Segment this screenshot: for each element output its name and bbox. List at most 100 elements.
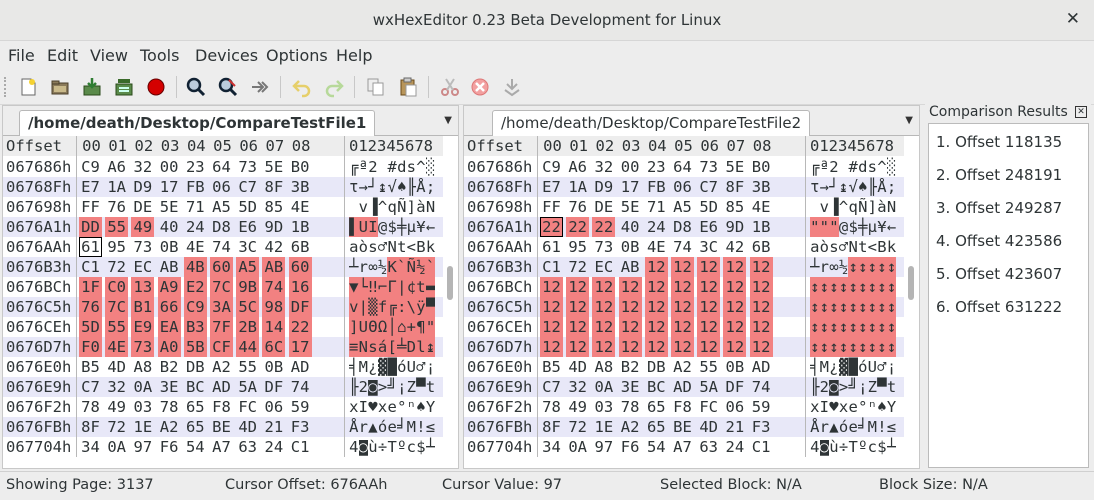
ascii-char[interactable]: ░ <box>426 157 436 177</box>
hex-byte[interactable]: B2 <box>158 357 181 377</box>
hex-byte[interactable]: DD <box>79 217 102 237</box>
hex-byte[interactable]: 34 <box>540 437 563 457</box>
hex-byte[interactable]: 00 <box>158 157 181 177</box>
ascii-char[interactable]: t <box>397 237 407 257</box>
ascii-char[interactable]: f <box>377 297 388 317</box>
ascii-char[interactable]: ¡ <box>858 377 868 397</box>
hex-byte[interactable]: 12 <box>749 257 773 277</box>
ascii-char[interactable]: ] <box>349 317 359 337</box>
hex-byte[interactable]: E9 <box>131 317 155 337</box>
hex-byte[interactable]: 65 <box>645 397 668 417</box>
hex-byte[interactable]: 24 <box>262 437 285 457</box>
ascii-char[interactable]: ½ <box>416 257 426 277</box>
hex-byte[interactable]: C1 <box>540 257 563 277</box>
hex-byte[interactable]: BC <box>645 377 668 397</box>
hex-byte[interactable]: 12 <box>671 337 694 357</box>
hex-byte[interactable]: 12 <box>723 297 747 317</box>
ascii-char[interactable]: ò <box>359 237 369 257</box>
ascii-char[interactable]: ╛ <box>397 417 407 437</box>
ascii-char[interactable]: x <box>839 397 849 417</box>
ascii-char[interactable]: Θ <box>368 317 378 337</box>
hex-byte[interactable]: 21 <box>723 417 746 437</box>
hex-byte[interactable]: 74 <box>262 277 286 297</box>
ascii-char[interactable]: d <box>397 157 407 177</box>
result-item[interactable]: 2. Offset 248191 <box>936 166 1062 184</box>
ascii-char[interactable]: ↨ <box>378 177 388 197</box>
hex-byte[interactable]: F8 <box>210 397 233 417</box>
hex-byte[interactable]: 22 <box>288 317 312 337</box>
hex-byte[interactable]: 76 <box>79 297 102 317</box>
ascii-char[interactable]: ½ <box>839 257 849 277</box>
ascii-char[interactable]: l <box>416 337 426 357</box>
ascii-char[interactable]: # <box>848 157 858 177</box>
ascii-char[interactable]: ó <box>839 417 849 437</box>
hex-byte[interactable]: 12 <box>644 317 668 337</box>
ascii-char[interactable]: B <box>416 237 426 257</box>
ascii-char[interactable]: ╪ <box>858 217 868 237</box>
hex-byte[interactable]: CF <box>210 337 233 357</box>
hex-byte[interactable]: A7 <box>210 437 233 457</box>
ascii-char[interactable]: ▌ <box>349 217 359 237</box>
ascii-char[interactable]: ░ <box>887 157 897 177</box>
hex-byte[interactable]: 60 <box>210 257 233 277</box>
hex-byte[interactable]: 54 <box>645 437 668 457</box>
ascii-char[interactable]: [ <box>387 337 397 357</box>
hex-byte[interactable]: 7C <box>105 297 129 317</box>
hex-byte[interactable]: 2B <box>236 317 260 337</box>
hex-byte[interactable]: 6B <box>289 237 312 257</box>
hex-byte[interactable]: 16 <box>288 277 312 297</box>
hex-byte[interactable]: 21 <box>262 417 285 437</box>
ascii-char[interactable]: ♠ <box>858 177 868 197</box>
hex-byte[interactable]: 64 <box>210 157 233 177</box>
ascii-char[interactable]: N <box>887 197 897 217</box>
ascii-char[interactable]: µ <box>868 217 878 237</box>
hex-byte[interactable]: 32 <box>566 377 589 397</box>
ascii-char[interactable]: s <box>407 157 417 177</box>
ascii-char[interactable]: \ <box>406 297 417 317</box>
hex-byte[interactable]: 5D <box>697 197 720 217</box>
ascii-char[interactable]: ^ <box>839 197 849 217</box>
hex-byte[interactable]: 3A <box>210 297 233 317</box>
ascii-char[interactable]: I <box>820 397 830 417</box>
hex-byte[interactable]: D8 <box>671 217 694 237</box>
hex-byte[interactable]: 42 <box>262 237 285 257</box>
open-file-icon[interactable] <box>48 75 72 99</box>
ascii-char[interactable]: ↨ <box>425 337 436 357</box>
hex-byte[interactable]: 1A <box>105 177 128 197</box>
hex-byte[interactable]: 12 <box>592 317 616 337</box>
ascii-char[interactable]: Ñ <box>858 197 868 217</box>
hex-byte[interactable]: D8 <box>210 217 233 237</box>
hex-byte[interactable]: 17 <box>158 177 181 197</box>
hex-byte[interactable]: 3C <box>697 237 720 257</box>
hex-byte[interactable]: 72 <box>566 417 589 437</box>
ascii-char[interactable]: $ <box>848 217 858 237</box>
hex-byte[interactable]: 7C <box>210 277 233 297</box>
ascii-char[interactable]: 4 <box>349 437 359 457</box>
hex-byte[interactable]: B1 <box>131 297 155 317</box>
ascii-char[interactable]: x <box>349 397 359 417</box>
hex-byte[interactable]: 4D <box>105 357 128 377</box>
ascii-char[interactable]: à <box>416 197 426 217</box>
ascii-char[interactable]: ┴ <box>887 437 897 457</box>
hex-byte[interactable]: F3 <box>750 417 773 437</box>
ascii-char[interactable]: ¡ <box>426 357 436 377</box>
hex-byte[interactable]: 42 <box>723 237 746 257</box>
ascii-char[interactable]: ↕ <box>867 277 878 297</box>
hex-byte[interactable]: 9B <box>236 277 260 297</box>
ascii-char[interactable]: Å <box>810 417 820 437</box>
hex-byte[interactable]: EA <box>157 317 181 337</box>
ascii-char[interactable]: ¥ <box>877 217 887 237</box>
hex-byte[interactable]: EC <box>131 257 154 277</box>
hex-byte[interactable]: E6 <box>236 217 259 237</box>
hex-byte[interactable]: 1F <box>79 277 102 297</box>
hex-byte[interactable]: 17 <box>619 177 642 197</box>
ascii-char[interactable]: ↕ <box>886 297 897 317</box>
hex-byte[interactable]: 12 <box>697 317 721 337</box>
ascii-char[interactable]: ≤ <box>887 417 897 437</box>
ascii-char[interactable]: Å <box>349 417 359 437</box>
result-item[interactable]: 5. Offset 423607 <box>936 265 1062 283</box>
hex-byte[interactable]: C7 <box>540 377 563 397</box>
ascii-char[interactable]: ù <box>829 437 839 457</box>
hex-byte[interactable]: C1 <box>289 437 312 457</box>
ascii-char[interactable]: 2 <box>359 377 369 397</box>
